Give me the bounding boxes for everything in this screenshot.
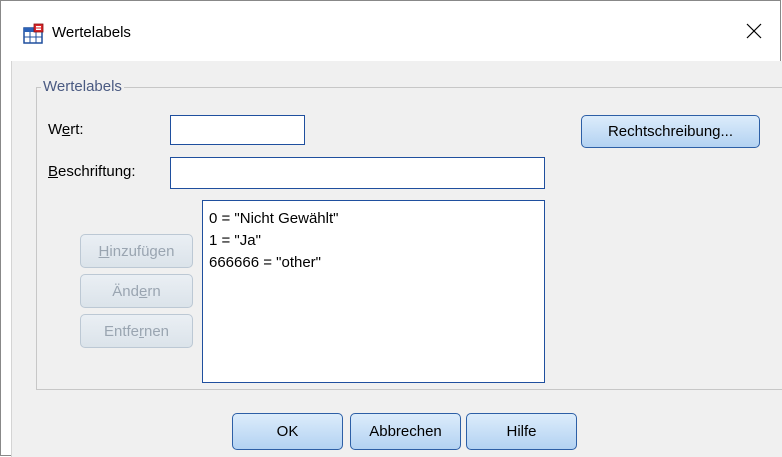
close-icon	[746, 23, 762, 39]
list-item[interactable]: 0 = "Nicht Gewählt"	[203, 208, 544, 230]
ok-button[interactable]: OK	[232, 413, 343, 450]
value-input[interactable]	[170, 115, 305, 145]
group-legend: Wertelabels	[43, 78, 122, 95]
change-button[interactable]: Änd e rn	[80, 274, 193, 308]
dialog-body: Wertelabels Wert: Beschriftung: Rechtsch…	[11, 61, 782, 457]
value-label: Wert:	[48, 121, 84, 138]
value-labels-dialog: Wertelabels Wertelabels Wert: Beschriftu…	[0, 0, 782, 457]
cancel-button[interactable]: Abbrechen	[350, 413, 461, 450]
value-labels-table-icon	[23, 23, 44, 44]
help-button[interactable]: Hilfe	[466, 413, 577, 450]
list-item[interactable]: 666666 = "other"	[203, 252, 544, 274]
title-bar[interactable]: Wertelabels	[1, 1, 780, 61]
remove-button[interactable]: Entfe r nen	[80, 314, 193, 348]
list-item[interactable]: 1 = "Ja"	[203, 230, 544, 252]
value-labels-list[interactable]: 0 = "Nicht Gewählt" 1 = "Ja" 666666 = "o…	[202, 200, 545, 383]
add-button[interactable]: Hinzufügen	[80, 234, 193, 268]
label-input[interactable]	[170, 157, 545, 189]
close-button[interactable]	[728, 1, 780, 61]
spelling-button[interactable]: Rechtschreibung...	[581, 115, 760, 148]
window-title: Wertelabels	[52, 24, 131, 41]
label-label: Beschriftung:	[48, 163, 136, 180]
